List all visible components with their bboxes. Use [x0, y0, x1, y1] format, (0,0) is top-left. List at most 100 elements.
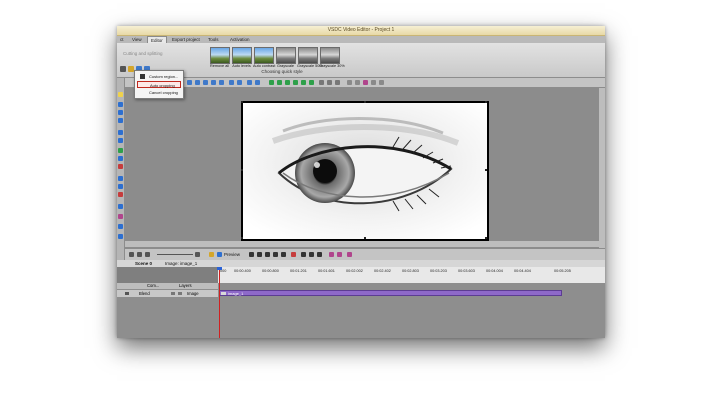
align-icon[interactable]: [195, 80, 200, 85]
distribute-icon[interactable]: [237, 80, 242, 85]
group-icon[interactable]: [371, 80, 376, 85]
marker-icon[interactable]: [118, 192, 123, 197]
layer-icon[interactable]: [319, 80, 324, 85]
canvas-horizontal-scrollbar[interactable]: [125, 241, 599, 247]
arrow-left-icon[interactable]: [285, 80, 290, 85]
sprite-icon[interactable]: [118, 224, 123, 229]
align-icon[interactable]: [211, 80, 216, 85]
resize-handle[interactable]: [485, 101, 487, 103]
size-icon[interactable]: [255, 80, 260, 85]
line-icon[interactable]: [118, 130, 123, 135]
arrow-up-icon[interactable]: [269, 80, 274, 85]
crop-menu-auto-cropping[interactable]: Auto cropping: [137, 81, 181, 88]
arrow-down-icon[interactable]: [277, 80, 282, 85]
resize-handle[interactable]: [485, 237, 487, 239]
shape-icon[interactable]: [118, 102, 123, 107]
menu-item-activation[interactable]: Activation: [227, 36, 253, 43]
chart-icon[interactable]: [118, 184, 123, 189]
image-icon[interactable]: [118, 148, 123, 153]
scene-canvas[interactable]: [125, 88, 599, 262]
marker-icon[interactable]: [347, 252, 352, 257]
split-icon[interactable]: [317, 252, 322, 257]
breadcrumb[interactable]: Image: image_1: [165, 260, 197, 267]
play-icon[interactable]: [217, 252, 222, 257]
layer-icon[interactable]: [327, 80, 332, 85]
playhead-cursor[interactable]: [217, 267, 222, 338]
prev-frame-icon[interactable]: [257, 252, 262, 257]
layer-row[interactable]: Blend Image: [117, 290, 218, 297]
playhead-handle[interactable]: [217, 267, 222, 270]
menu-item-tools[interactable]: Tools: [205, 36, 222, 43]
arrow-right-icon[interactable]: [293, 80, 298, 85]
align-icon[interactable]: [203, 80, 208, 85]
snap-icon[interactable]: [209, 252, 214, 257]
image-clip[interactable]: image_1: [219, 290, 562, 296]
visibility-icon[interactable]: [125, 292, 129, 295]
editor-toolbar: [125, 78, 605, 88]
video-icon[interactable]: [118, 156, 123, 161]
text-object-icon[interactable]: [118, 92, 123, 97]
animation-icon[interactable]: [118, 204, 123, 209]
record-icon[interactable]: [291, 252, 296, 257]
expand-icon[interactable]: [171, 292, 175, 295]
group-icon[interactable]: [379, 80, 384, 85]
resize-handle[interactable]: [241, 237, 243, 239]
split-icon[interactable]: [309, 252, 314, 257]
zoom-in-icon[interactable]: [129, 252, 134, 257]
resize-handle[interactable]: [241, 169, 243, 171]
menu-item-export[interactable]: Export project: [169, 36, 203, 43]
crop-menu-custom-region[interactable]: Custom region...: [137, 73, 181, 80]
group-icon[interactable]: [355, 80, 360, 85]
group-icon[interactable]: [347, 80, 352, 85]
zoom-slider[interactable]: [157, 254, 193, 255]
crop-tool-icon[interactable]: [120, 66, 126, 72]
blend-mode-label[interactable]: Blend: [139, 290, 150, 297]
stop-icon[interactable]: [249, 252, 254, 257]
settings-icon[interactable]: [118, 234, 123, 239]
tab-scene-0[interactable]: Scene 0: [135, 260, 152, 267]
forward-icon[interactable]: [281, 252, 286, 257]
marker-icon[interactable]: [337, 252, 342, 257]
align-icon[interactable]: [187, 80, 192, 85]
shape-icon[interactable]: [118, 110, 123, 115]
align-icon[interactable]: [219, 80, 224, 85]
shape-icon[interactable]: [118, 118, 123, 123]
eye-photo: [243, 103, 487, 239]
timeline-ruler[interactable]: 000 00:00.400 00:00.800 00:01.201 00:01.…: [218, 267, 605, 284]
cut-icon[interactable]: [301, 252, 306, 257]
canvas-vertical-scrollbar[interactable]: [599, 88, 605, 262]
ruler-tick: 00:02.803: [402, 269, 419, 273]
layer-icon[interactable]: [335, 80, 340, 85]
resize-handle[interactable]: [241, 101, 243, 103]
resize-handle[interactable]: [364, 101, 366, 103]
distribute-icon[interactable]: [229, 80, 234, 85]
ruler-tick: 00:04.004: [486, 269, 503, 273]
size-icon[interactable]: [247, 80, 252, 85]
ruler-tick: 00:01.201: [290, 269, 307, 273]
arrow-icon[interactable]: [301, 80, 306, 85]
preview-button[interactable]: Preview: [224, 250, 240, 259]
menu-item-view[interactable]: View: [129, 36, 145, 43]
resize-handle[interactable]: [485, 169, 487, 171]
audio-icon[interactable]: [118, 164, 123, 169]
arrow-icon[interactable]: [309, 80, 314, 85]
crop-icon: [140, 74, 145, 79]
zoom-fit-icon[interactable]: [145, 252, 150, 257]
zoom-out-icon[interactable]: [137, 252, 142, 257]
effect-icon[interactable]: [118, 214, 123, 219]
zoom-icon[interactable]: [195, 252, 200, 257]
rewind-icon[interactable]: [273, 252, 278, 257]
resize-handle[interactable]: [364, 237, 366, 239]
crop-dropdown-menu: Custom region... Auto cropping Cancel cr…: [134, 70, 184, 99]
menu-item-editor[interactable]: Editor: [147, 36, 167, 43]
menu-item-label: Auto cropping: [150, 83, 175, 88]
next-frame-icon[interactable]: [265, 252, 270, 257]
crop-menu-cancel-cropping[interactable]: Cancel cropping: [137, 89, 181, 96]
curve-icon[interactable]: [118, 138, 123, 143]
style-thumbnail: [319, 47, 340, 64]
effect-icon[interactable]: [363, 80, 368, 85]
image-object-frame[interactable]: [241, 101, 489, 241]
marker-icon[interactable]: [329, 252, 334, 257]
subtitle-icon[interactable]: [118, 176, 123, 181]
menu-item-file[interactable]: ct: [117, 36, 127, 43]
